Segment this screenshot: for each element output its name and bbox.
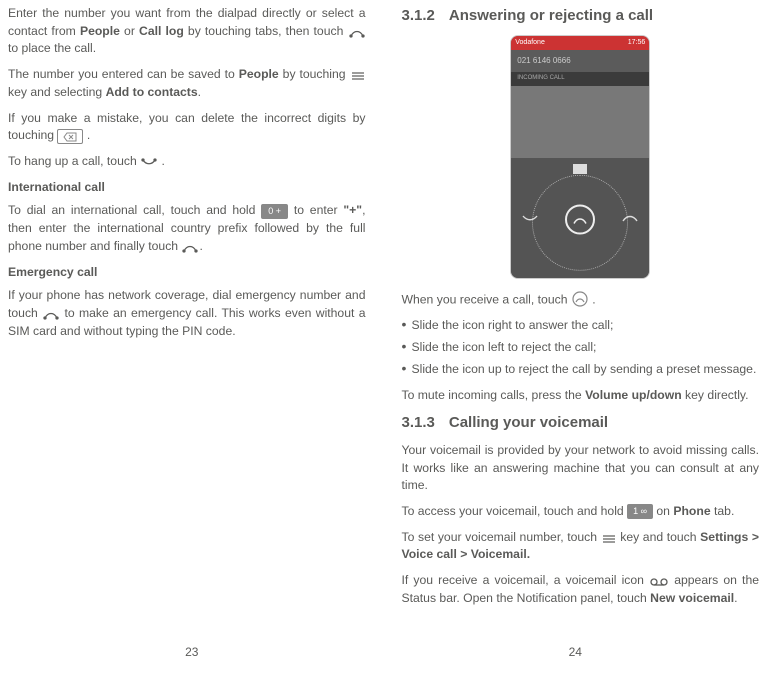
para-receive-call: When you receive a call, touch . bbox=[402, 291, 760, 310]
para-mute: To mute incoming calls, press the Volume… bbox=[402, 387, 760, 405]
para-voicemail-desc: Your voicemail is provided by your netwo… bbox=[402, 442, 760, 495]
heading-emergency-call: Emergency call bbox=[8, 264, 366, 282]
phone-number-bar: 021 6146 0666 bbox=[511, 50, 649, 72]
menu-icon bbox=[351, 66, 365, 84]
para-delete-digit: If you make a mistake, you can delete th… bbox=[8, 110, 366, 145]
list-item: Slide the icon left to reject the call; bbox=[402, 339, 760, 357]
para-voicemail-icon: If you receive a voicemail, a voicemail … bbox=[402, 572, 760, 607]
para-dialpad: Enter the number you want from the dialp… bbox=[8, 5, 366, 58]
page-number: 24 bbox=[569, 644, 582, 661]
one-key-icon: 1 ∞ bbox=[627, 504, 653, 519]
page-left: Enter the number you want from the dialp… bbox=[0, 0, 384, 673]
reject-handset-icon bbox=[521, 211, 539, 225]
list-item: Slide the icon up to reject the call by … bbox=[402, 361, 760, 379]
phone-statusbar: Vodafone 17:56 bbox=[511, 36, 649, 50]
delete-icon bbox=[57, 129, 83, 144]
zero-key-icon: 0 + bbox=[261, 204, 288, 219]
handset-icon bbox=[182, 238, 198, 256]
heading-international-call: International call bbox=[8, 179, 366, 197]
message-icon bbox=[573, 164, 587, 174]
para-emergency: If your phone has network coverage, dial… bbox=[8, 287, 366, 340]
list-item: Slide the icon right to answer the call; bbox=[402, 317, 760, 335]
incoming-call-label: INCOMING CALL bbox=[511, 72, 649, 86]
heading-313: 3.1.3Calling your voicemail bbox=[402, 412, 760, 434]
handset-icon bbox=[43, 305, 59, 323]
voicemail-icon bbox=[650, 572, 668, 590]
answer-handset-icon bbox=[621, 211, 639, 225]
para-voicemail-settings: To set your voicemail number, touch key … bbox=[402, 529, 760, 564]
page-number: 23 bbox=[185, 644, 198, 661]
para-hangup: To hang up a call, touch . bbox=[8, 153, 366, 171]
handset-icon bbox=[349, 23, 365, 41]
call-circle-icon bbox=[572, 291, 588, 310]
heading-312: 3.1.2Answering or rejecting a call bbox=[402, 5, 760, 27]
menu-icon bbox=[602, 529, 616, 547]
ring-area bbox=[511, 158, 649, 278]
hangup-icon bbox=[141, 153, 157, 171]
call-actions-list: Slide the icon right to answer the call;… bbox=[402, 317, 760, 378]
phone-screenshot: Vodafone 17:56 021 6146 0666 INCOMING CA… bbox=[510, 35, 650, 279]
para-voicemail-access: To access your voicemail, touch and hold… bbox=[402, 503, 760, 521]
call-answer-icon bbox=[565, 204, 595, 234]
para-save-number: The number you entered can be saved to P… bbox=[8, 66, 366, 101]
page-right: 3.1.2Answering or rejecting a call Vodaf… bbox=[384, 0, 767, 673]
para-international: To dial an international call, touch and… bbox=[8, 202, 366, 255]
